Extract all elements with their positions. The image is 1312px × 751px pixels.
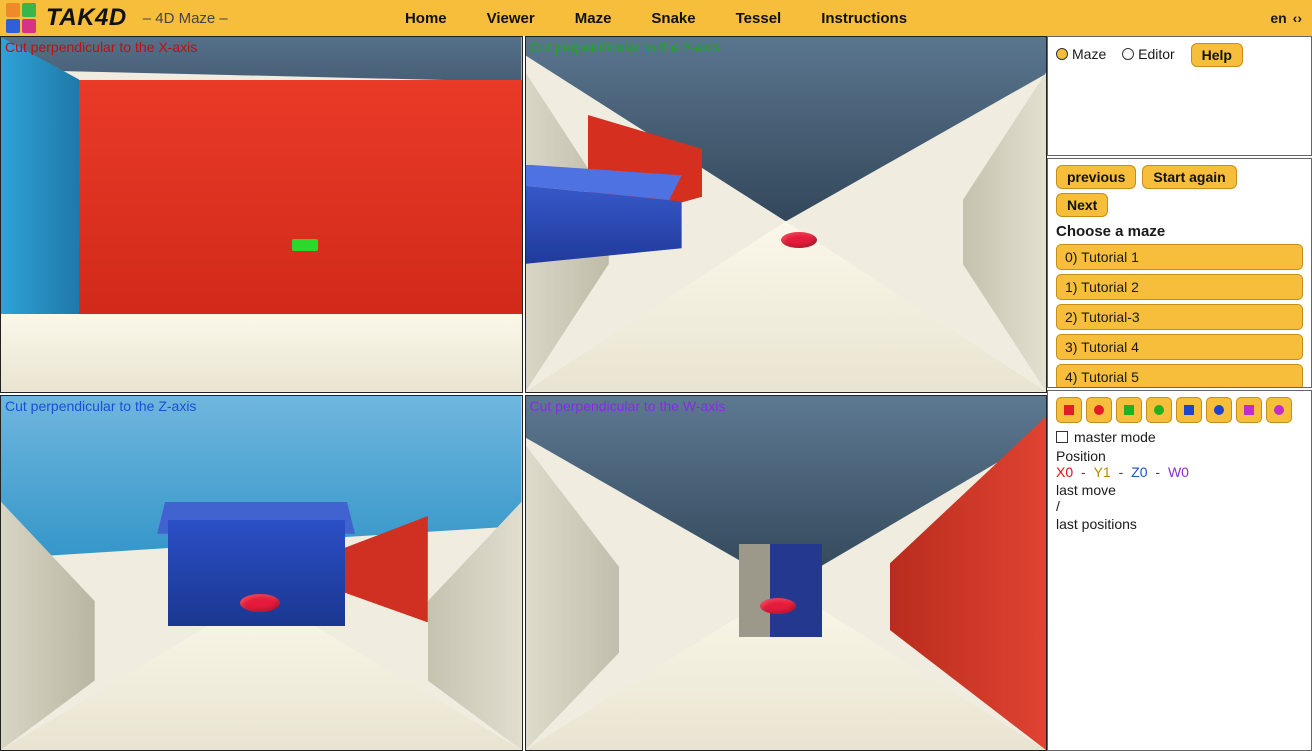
pane-z[interactable]: Cut perpendicular to the Z-axis bbox=[0, 395, 523, 751]
language-label: en bbox=[1270, 10, 1286, 26]
nav-maze[interactable]: Maze bbox=[575, 10, 612, 27]
nav-snake[interactable]: Snake bbox=[651, 10, 695, 27]
previous-button[interactable]: previous bbox=[1056, 165, 1136, 189]
shape-buttons bbox=[1056, 397, 1303, 423]
maze-item-2[interactable]: 2) Tutorial-3 bbox=[1056, 304, 1303, 330]
shape-green-circle[interactable] bbox=[1146, 397, 1172, 423]
pos-w: W0 bbox=[1168, 464, 1189, 480]
square-icon bbox=[1184, 405, 1194, 415]
square-icon bbox=[1064, 405, 1074, 415]
radio-dot-icon bbox=[1122, 48, 1134, 60]
radio-editor-label: Editor bbox=[1138, 46, 1175, 62]
pane-y[interactable]: Cut perpendicular to the Y-axis bbox=[525, 36, 1048, 393]
player-marker bbox=[760, 598, 796, 614]
nav-instructions[interactable]: Instructions bbox=[821, 10, 907, 27]
master-mode-label: master mode bbox=[1074, 429, 1156, 445]
maze-item-1[interactable]: 1) Tutorial 2 bbox=[1056, 274, 1303, 300]
panel-mazes[interactable]: previous Start again Next Choose a maze … bbox=[1047, 158, 1312, 388]
circle-icon bbox=[1154, 405, 1164, 415]
square-icon bbox=[1244, 405, 1254, 415]
language-switcher[interactable]: en ‹› bbox=[1270, 10, 1302, 26]
pane-x[interactable]: Cut perpendicular to the X-axis bbox=[0, 36, 523, 393]
views-grid: Cut perpendicular to the X-axis Cut perp… bbox=[0, 36, 1047, 751]
nav-home[interactable]: Home bbox=[405, 10, 447, 27]
nav-tessel[interactable]: Tessel bbox=[736, 10, 782, 27]
choose-maze-heading: Choose a maze bbox=[1056, 223, 1303, 240]
panel-status: master mode Position X0 - Y1 - Z0 - W0 l… bbox=[1047, 390, 1312, 751]
subtitle: – 4D Maze – bbox=[143, 10, 228, 27]
brand[interactable]: TAK4D bbox=[46, 4, 127, 32]
pane-w-label: Cut perpendicular to the W-axis bbox=[530, 398, 726, 414]
maze-item-0[interactable]: 0) Tutorial 1 bbox=[1056, 244, 1303, 270]
sidebar: Maze Editor Help previous Start again Ne… bbox=[1047, 36, 1312, 751]
pane-y-label: Cut perpendicular to the Y-axis bbox=[530, 39, 721, 55]
shape-blue-square[interactable] bbox=[1176, 397, 1202, 423]
square-icon bbox=[1124, 405, 1134, 415]
language-icon: ‹› bbox=[1293, 10, 1302, 26]
position-label: Position bbox=[1056, 448, 1303, 464]
layout: Cut perpendicular to the X-axis Cut perp… bbox=[0, 36, 1312, 751]
pos-z: Z0 bbox=[1131, 464, 1147, 480]
maze-item-3[interactable]: 3) Tutorial 4 bbox=[1056, 334, 1303, 360]
start-again-button[interactable]: Start again bbox=[1142, 165, 1236, 189]
help-button[interactable]: Help bbox=[1191, 43, 1243, 67]
last-move-label: last move bbox=[1056, 482, 1303, 498]
radio-editor[interactable]: Editor bbox=[1122, 46, 1175, 62]
shape-purple-circle[interactable] bbox=[1266, 397, 1292, 423]
circle-icon bbox=[1274, 405, 1284, 415]
radio-maze[interactable]: Maze bbox=[1056, 46, 1106, 62]
nav-viewer[interactable]: Viewer bbox=[487, 10, 535, 27]
shape-red-square[interactable] bbox=[1056, 397, 1082, 423]
position-value: X0 - Y1 - Z0 - W0 bbox=[1056, 464, 1303, 480]
pane-x-label: Cut perpendicular to the X-axis bbox=[5, 39, 197, 55]
pane-w[interactable]: Cut perpendicular to the W-axis bbox=[525, 395, 1048, 751]
logo-icon bbox=[6, 3, 36, 33]
radio-dot-icon bbox=[1056, 48, 1068, 60]
scene-z bbox=[1, 396, 522, 751]
topbar: TAK4D – 4D Maze – Home Viewer Maze Snake… bbox=[0, 0, 1312, 36]
last-move-value: / bbox=[1056, 498, 1303, 514]
circle-icon bbox=[1214, 405, 1224, 415]
scene-w bbox=[526, 396, 1047, 751]
player-marker bbox=[781, 232, 817, 248]
pos-x: X0 bbox=[1056, 464, 1073, 480]
pos-y: Y1 bbox=[1094, 464, 1111, 480]
circle-icon bbox=[1094, 405, 1104, 415]
shape-green-square[interactable] bbox=[1116, 397, 1142, 423]
pane-z-label: Cut perpendicular to the Z-axis bbox=[5, 398, 196, 414]
nav: Home Viewer Maze Snake Tessel Instructio… bbox=[405, 0, 907, 36]
scene-y bbox=[526, 37, 1047, 392]
last-positions-label: last positions bbox=[1056, 516, 1303, 532]
scene-x bbox=[1, 37, 522, 392]
next-button[interactable]: Next bbox=[1056, 193, 1108, 217]
shape-blue-circle[interactable] bbox=[1206, 397, 1232, 423]
shape-red-circle[interactable] bbox=[1086, 397, 1112, 423]
panel-mode: Maze Editor Help bbox=[1047, 36, 1312, 156]
master-mode-checkbox[interactable]: master mode bbox=[1056, 429, 1156, 445]
checkbox-icon bbox=[1056, 431, 1068, 443]
target-marker-green bbox=[292, 239, 318, 251]
radio-maze-label: Maze bbox=[1072, 46, 1106, 62]
shape-purple-square[interactable] bbox=[1236, 397, 1262, 423]
maze-item-4[interactable]: 4) Tutorial 5 bbox=[1056, 364, 1303, 388]
